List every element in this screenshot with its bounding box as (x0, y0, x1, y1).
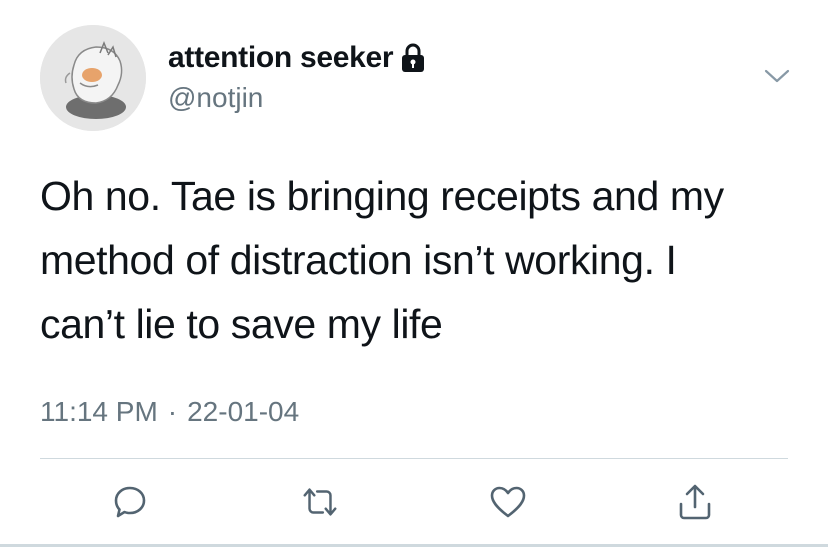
tweet-time[interactable]: 11:14 PM (40, 396, 158, 428)
avatar-image (40, 25, 146, 131)
chevron-down-icon[interactable] (763, 64, 791, 88)
retweet-icon (303, 488, 337, 516)
meta-separator: · (167, 396, 178, 427)
lock-icon (401, 43, 425, 73)
tweet-date[interactable]: 22-01-04 (187, 396, 299, 428)
share-button[interactable] (675, 482, 715, 522)
tweet-timestamp[interactable]: 11:14 PM · 22-01-04 (40, 396, 299, 428)
reply-icon (114, 486, 146, 518)
avatar[interactable] (40, 25, 146, 131)
user-handle[interactable]: @notjin (168, 82, 263, 114)
display-name[interactable]: attention seeker (168, 41, 394, 75)
like-icon (490, 486, 526, 518)
reply-button[interactable] (110, 482, 150, 522)
tweet: attention seeker @notjin Oh no. Tae is b… (0, 0, 828, 547)
author-name-row[interactable]: attention seeker (168, 40, 425, 76)
tweet-text: Oh no. Tae is bringing receipts and my m… (40, 173, 724, 347)
share-icon (679, 484, 711, 520)
like-button[interactable] (488, 482, 528, 522)
divider (40, 458, 788, 459)
retweet-button[interactable] (300, 482, 340, 522)
